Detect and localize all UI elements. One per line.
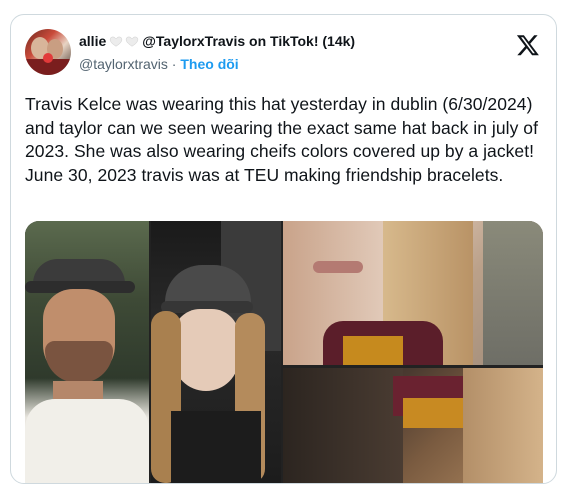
post-card[interactable]: allie @TaylorxTravis on TikTok! (14k) @t… [10,14,557,484]
author-name-line[interactable]: allie @TaylorxTravis on TikTok! (14k) [79,33,355,49]
author-name-suffix[interactable]: @TaylorxTravis on TikTok! (14k) [142,33,355,49]
photo-closeup-2[interactable] [283,368,543,483]
photo-closeup-1[interactable] [283,221,543,365]
author-handle[interactable]: @taylorxtravis [79,56,168,72]
media-grid [25,221,543,483]
avatar[interactable] [25,29,71,75]
white-heart-icon [110,36,123,47]
photo-taylor-hat[interactable] [151,221,281,483]
post-header: allie @TaylorxTravis on TikTok! (14k) @t… [25,27,542,77]
white-heart-icon [126,36,139,47]
handle-line: @taylorxtravis · Theo dõi [79,56,239,72]
follow-button[interactable]: Theo dõi [180,56,238,72]
post-text: Travis Kelce was wearing this hat yester… [25,94,538,185]
separator: · [171,56,177,72]
x-logo-icon[interactable] [516,33,540,57]
photo-travis-kelce[interactable] [25,221,149,483]
author-name[interactable]: allie [79,33,106,49]
